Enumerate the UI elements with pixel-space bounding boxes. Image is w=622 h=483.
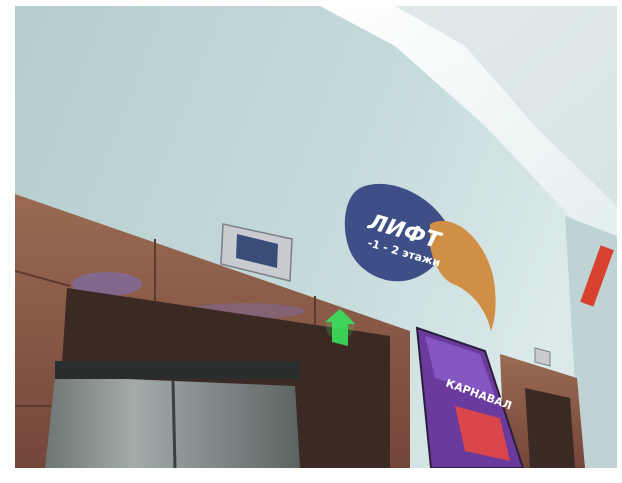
image-frame: КАРНАВАЛ ЛИФТ -1 - 2 этажи <box>0 0 622 483</box>
door-split <box>171 380 177 468</box>
door-header <box>55 361 300 379</box>
photo: КАРНАВАЛ ЛИФТ -1 - 2 этажи <box>15 6 617 468</box>
elevator-opening-right <box>525 388 575 468</box>
scene-svg: КАРНАВАЛ ЛИФТ -1 - 2 этажи <box>15 6 617 468</box>
